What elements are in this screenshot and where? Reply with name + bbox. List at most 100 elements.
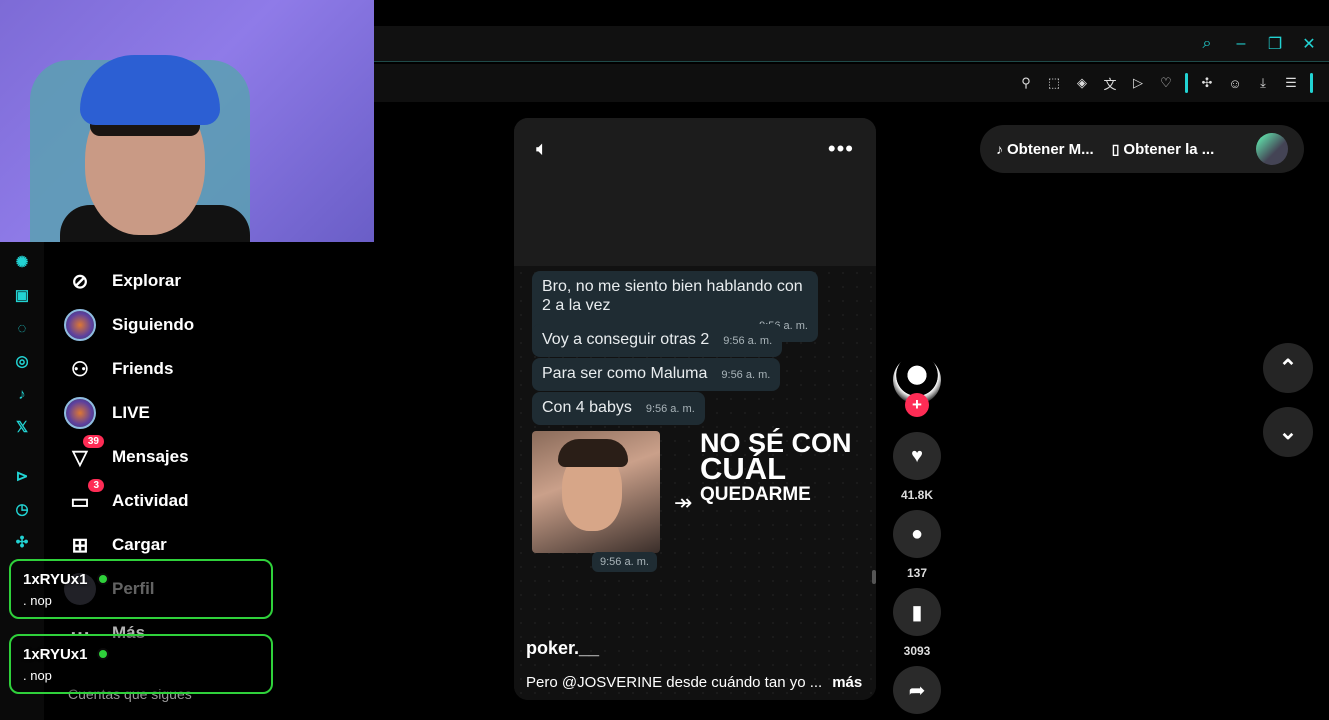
message-text: Voy a conseguir otras 2 <box>542 331 710 348</box>
activity-icon: ▭ 3 <box>64 479 104 517</box>
volume-icon[interactable]: 🔈︎ <box>536 138 548 161</box>
get-app-button[interactable]: ▯ Obtener la ... <box>1112 141 1215 158</box>
overlay-subtext: . nop <box>23 668 52 683</box>
sidebar-item-label: Siguiendo <box>112 315 195 334</box>
meme-line-3: QUEDARME <box>700 484 811 505</box>
share-action[interactable]: ➦ <box>892 666 942 714</box>
viewer-overlay: 1xRYUx1 . nop <box>9 634 273 694</box>
extensions-icon[interactable]: ✣ <box>1198 74 1216 92</box>
live-avatar-icon <box>64 397 96 429</box>
photo-time: 9:56 a. m. <box>592 552 657 572</box>
photo-hair <box>558 439 628 467</box>
close-icon[interactable]: ✕ <box>1299 34 1319 54</box>
sidebar-item-label: Explorar <box>112 271 181 290</box>
follow-plus-icon[interactable]: + <box>905 393 929 417</box>
extension-icon[interactable]: ✣ <box>12 532 32 552</box>
compass-icon: ⊘ <box>71 270 89 293</box>
chat-message: Para ser como Maluma 9:56 a. m. <box>532 358 781 391</box>
meme-line-2: CUÁL <box>700 451 787 486</box>
more-caption-link[interactable]: más <box>832 674 862 691</box>
online-dot-icon <box>97 573 109 585</box>
online-dot-icon <box>97 648 109 660</box>
sidebar-item-label: Mensajes <box>112 447 189 466</box>
tiktok-icon: ♪ <box>996 140 1003 157</box>
video-scrollbar[interactable] <box>872 570 876 584</box>
twitch-icon[interactable]: ▣ <box>12 285 32 305</box>
video-player[interactable]: 🔈︎ ••• Bro, no me siento bien hablando c… <box>514 118 876 700</box>
message-time: 9:56 a. m. <box>721 369 771 381</box>
history-icon[interactable]: ◷ <box>12 499 32 519</box>
message-text: Bro, no me siento bien hablando con 2 a … <box>542 278 803 314</box>
overlay-username: 1xRYUx1 <box>23 646 88 663</box>
sidebar-item-label: Cargar <box>112 535 167 554</box>
chat-message: Voy a conseguir otras 2 9:56 a. m. <box>532 324 783 357</box>
sidebar-item-friends[interactable]: ⚇ Friends <box>64 351 173 387</box>
minimize-icon[interactable]: – <box>1231 34 1251 54</box>
following-avatar-icon <box>64 309 96 341</box>
get-app-label: Obtener la ... <box>1123 140 1215 158</box>
browser-toolbar: ⚲ ⬚ ◈ 文 ▷ ♡ ✣ ☺ ⤓ ☰ <box>374 64 1329 102</box>
pin-icon[interactable]: ⚲ <box>1017 74 1035 92</box>
whatsapp-icon[interactable]: ◌ <box>12 318 32 338</box>
bookmark-icon[interactable]: ▮ <box>893 588 941 636</box>
viewer-overlay: 1xRYUx1 . nop <box>9 559 273 619</box>
send-icon[interactable]: ▷ <box>1129 74 1147 92</box>
comment-action[interactable]: ● 137 <box>892 510 942 580</box>
download-icon[interactable]: ⤓ <box>1254 74 1272 92</box>
pocket-icon[interactable]: ◈ <box>1073 74 1091 92</box>
comment-count: 137 <box>906 566 928 580</box>
user-avatar[interactable] <box>1256 133 1288 165</box>
sidebar-item-cargar[interactable]: ⊞ Cargar <box>64 527 167 563</box>
next-video-button[interactable]: ⌄ <box>1263 407 1313 457</box>
tiktok-icon[interactable]: ♪ <box>12 384 32 404</box>
play-icon[interactable]: ⊳ <box>12 466 32 486</box>
like-count: 41.8K <box>900 488 934 502</box>
overlay-username: 1xRYUx1 <box>23 571 88 588</box>
profile-icon[interactable]: ☺ <box>1226 74 1244 92</box>
search-icon[interactable]: ⌕ <box>1197 34 1217 54</box>
person-cap <box>80 55 220 125</box>
heart-icon[interactable]: ♡ <box>1157 74 1175 92</box>
friends-icon: ⚇ <box>71 358 89 381</box>
video-caption: Pero @JOSVERINE desde cuándo tan yo ... m… <box>526 674 862 691</box>
instagram-icon[interactable]: ◎ <box>12 351 32 371</box>
sidebar-item-label: LIVE <box>112 403 150 422</box>
sidebar-item-actividad[interactable]: ▭ 3 Actividad <box>64 479 189 519</box>
sidebar-item-label: Actividad <box>112 491 189 510</box>
video-author[interactable]: poker.__ <box>526 638 599 659</box>
previous-video-button[interactable]: ⌃ <box>1263 343 1313 393</box>
messages-icon: ▽ 39 <box>64 435 104 473</box>
share-icon[interactable]: ➦ <box>893 666 941 714</box>
message-time: 9:56 a. m. <box>645 403 695 415</box>
sidebar-item-live[interactable]: LIVE <box>64 395 150 431</box>
toolbar-separator <box>1185 73 1188 93</box>
video-top-area <box>514 118 876 266</box>
sidebar-item-mensajes[interactable]: ▽ 39 Mensajes <box>64 435 189 475</box>
get-coins-button[interactable]: ♪ Obtener M... <box>996 141 1094 158</box>
more-options-icon[interactable]: ••• <box>828 136 854 162</box>
sidebar-item-siguiendo[interactable]: Siguiendo <box>64 307 194 343</box>
x-icon[interactable]: 𝕏 <box>12 417 32 437</box>
shared-photo <box>532 431 660 553</box>
chatgpt-icon[interactable]: ✺ <box>12 252 32 272</box>
message-time: 9:56 a. m. <box>723 335 773 347</box>
save-action[interactable]: ▮ 3093 <box>892 588 942 658</box>
save-count: 3093 <box>903 644 931 658</box>
top-right-actions: ♪ Obtener M... ▯ Obtener la ... <box>980 125 1304 173</box>
chat-message: Con 4 babys 9:56 a. m. <box>532 392 705 425</box>
meme-text: NO SÉ CON CUÁL QUEDARME <box>700 430 852 508</box>
menu-icon[interactable]: ☰ <box>1282 74 1300 92</box>
screenshot-icon[interactable]: ⬚ <box>1045 74 1063 92</box>
messages-badge: 39 <box>82 435 104 448</box>
like-action[interactable]: ♥ 41.8K <box>892 432 942 502</box>
chevron-down-icon: ⌄ <box>1278 419 1298 444</box>
heart-icon[interactable]: ♥ <box>893 432 941 480</box>
restore-icon[interactable]: ❐ <box>1265 34 1285 54</box>
sidebar-item-label: Friends <box>112 359 174 378</box>
message-text: Para ser como Maluma <box>542 365 708 382</box>
overlay-subtext: . nop <box>23 593 52 608</box>
activity-badge: 3 <box>88 479 104 492</box>
translate-icon[interactable]: 文 <box>1101 74 1119 92</box>
comment-icon[interactable]: ● <box>893 510 941 558</box>
sidebar-item-explorar[interactable]: ⊘ Explorar <box>64 263 181 299</box>
